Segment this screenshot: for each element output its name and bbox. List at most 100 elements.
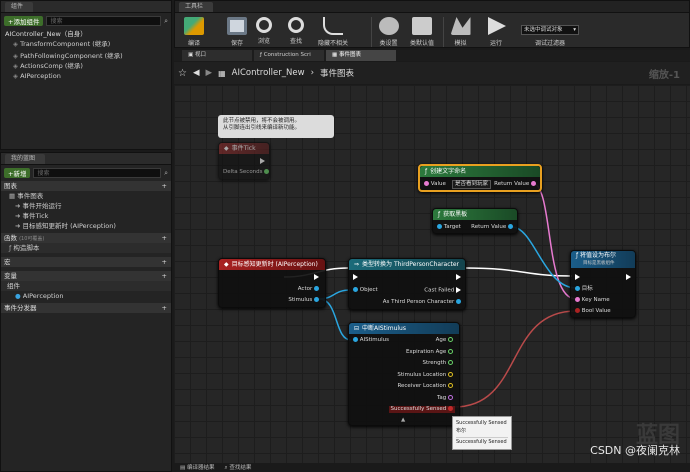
object-pin[interactable] bbox=[314, 286, 319, 291]
myblueprint-tab[interactable]: 我的蓝图 bbox=[5, 153, 46, 164]
exec-out-pin[interactable] bbox=[626, 274, 631, 282]
target-wire bbox=[511, 226, 577, 289]
add-icon[interactable]: + bbox=[162, 181, 167, 191]
graph-icon: ▦ bbox=[332, 52, 339, 58]
struct-pin[interactable] bbox=[314, 297, 319, 302]
tab-find-results[interactable]: ⌕ 查找结果 bbox=[224, 463, 251, 472]
vector-pin[interactable] bbox=[448, 372, 453, 377]
component-item-transform[interactable]: ◈ TransformComponent (继承) bbox=[1, 39, 171, 49]
bool-pin[interactable] bbox=[448, 406, 453, 411]
class-settings-button[interactable]: 类设置 bbox=[371, 17, 405, 47]
tab-viewport[interactable]: ▣ 视口 bbox=[182, 50, 252, 61]
vector-pin[interactable] bbox=[448, 383, 453, 388]
search-icon: ⌕ bbox=[164, 16, 168, 25]
float-pin[interactable] bbox=[448, 360, 453, 365]
category-functions[interactable]: 函数 (10可覆盖) + bbox=[1, 233, 171, 243]
object-pin[interactable] bbox=[353, 287, 358, 292]
name-pin[interactable] bbox=[531, 181, 536, 186]
exec-pin[interactable] bbox=[260, 158, 265, 166]
function-item-construct[interactable]: ƒ 构造脚本 bbox=[1, 243, 171, 253]
float-pin[interactable] bbox=[264, 169, 270, 174]
add-icon[interactable]: + bbox=[162, 257, 167, 267]
event-item-perception[interactable]: ➜ 目标感知更新时 (AIPerception) bbox=[1, 221, 171, 231]
components-panel: 组件 +添加组件 搜索 ⌕ AIController_New（自身） ◈ Tra… bbox=[0, 0, 172, 150]
cast-failed-pin[interactable] bbox=[456, 287, 461, 293]
event-graph-canvas[interactable]: 此节点被禁用，将不会被调用。 从引脚连出引线来编译新功能。 ◆ 事件Tick De… bbox=[174, 85, 690, 463]
tab-construction-script[interactable]: ƒ Construction Scri bbox=[254, 50, 324, 61]
object-pin[interactable] bbox=[437, 224, 442, 229]
myblueprint-tab-header: 我的蓝图 bbox=[1, 153, 171, 165]
toolbar-panel: 工具栏 编译 保存 浏览 查找 隐藏不相关 类设置 类默认值 模拟 运行 未选中… bbox=[174, 0, 690, 48]
debug-object-select[interactable]: 未选中调试对象 ▾ bbox=[521, 25, 579, 35]
struct-pin[interactable] bbox=[353, 337, 358, 342]
cast-node[interactable]: ⇒ 类型转换为 ThirdPersonCharacter Object Cast … bbox=[348, 258, 466, 310]
compile-button[interactable]: 编译 bbox=[177, 17, 211, 47]
myblueprint-search-input[interactable]: 搜索 bbox=[33, 168, 162, 178]
graph-item-event-graph[interactable]: ▦ 事件图表 bbox=[1, 191, 171, 201]
simulate-button[interactable]: 模拟 bbox=[443, 17, 477, 47]
find-button[interactable]: 查找 bbox=[279, 17, 313, 45]
myblueprint-panel: 我的蓝图 +新增 搜索 ⌕ 图表 + ▦ 事件图表 ➜ 事件开始运行 ➜ 事件Ti… bbox=[0, 152, 172, 472]
variable-subcategory-components[interactable]: 组件 bbox=[1, 281, 171, 291]
exec-in-pin[interactable] bbox=[575, 274, 580, 282]
get-blackboard-node[interactable]: ƒ 获取黑板 Target Return Value bbox=[432, 208, 518, 234]
variable-icon: ● bbox=[15, 292, 23, 300]
tab-compiler-results[interactable]: ▤ 编译器结果 bbox=[180, 463, 214, 472]
event-icon: ◆ bbox=[224, 145, 229, 152]
event-tick-node[interactable]: ◆ 事件Tick Delta Seconds bbox=[218, 142, 270, 180]
add-icon[interactable]: + bbox=[162, 303, 167, 313]
add-component-button[interactable]: +添加组件 bbox=[4, 16, 44, 26]
name-pin[interactable] bbox=[424, 181, 429, 186]
zoom-label: 缩放-1 bbox=[648, 69, 680, 81]
category-macros[interactable]: 宏 + bbox=[1, 257, 171, 267]
name-pin[interactable] bbox=[448, 395, 453, 400]
back-icon[interactable]: ◀ bbox=[193, 68, 200, 78]
exec-in-pin[interactable] bbox=[353, 274, 358, 282]
toolbar-tab[interactable]: 工具栏 bbox=[179, 1, 214, 12]
find-icon bbox=[288, 17, 304, 33]
tab-event-graph[interactable]: ▦ 事件图表 bbox=[326, 50, 396, 61]
collapse-arrow-icon[interactable]: ▲ bbox=[401, 417, 405, 424]
float-pin[interactable] bbox=[448, 337, 453, 342]
breadcrumb-graph[interactable]: 事件图表 bbox=[320, 67, 354, 79]
category-graphs[interactable]: 图表 + bbox=[1, 181, 171, 191]
csdn-watermark: CSDN @夜阑克林 bbox=[590, 444, 680, 457]
gear-icon bbox=[378, 17, 399, 35]
exec-out-pin[interactable] bbox=[456, 274, 461, 282]
add-new-button[interactable]: +新增 bbox=[4, 168, 31, 178]
browse-button[interactable]: 浏览 bbox=[247, 17, 281, 45]
toolbar-tab-header: 工具栏 bbox=[175, 1, 689, 13]
perception-event-node[interactable]: ◆ 目标感知更新时 (AIPerception) Actor Stimulus bbox=[218, 258, 326, 308]
make-name-node[interactable]: ƒ 创建文字命名 Value 是否看到玩家 Return Value bbox=[418, 164, 542, 192]
event-item-beginplay[interactable]: ➜ 事件开始运行 bbox=[1, 201, 171, 211]
event-item-tick[interactable]: ➜ 事件Tick bbox=[1, 211, 171, 221]
add-icon[interactable]: + bbox=[162, 233, 167, 243]
component-item-actionscomp[interactable]: ◈ ActionsComp (继承) bbox=[1, 61, 171, 71]
components-search-input[interactable]: 搜索 bbox=[46, 16, 162, 26]
play-button[interactable]: 运行 bbox=[479, 17, 513, 47]
star-icon[interactable]: ☆ bbox=[178, 68, 187, 79]
object-pin[interactable] bbox=[508, 224, 513, 229]
variable-item-aiperception[interactable]: ● AIPerception bbox=[1, 291, 171, 301]
break-aistimulus-node[interactable]: ⊟ 中断AIStimulus AIStimulus Age Expiration … bbox=[348, 322, 460, 426]
class-defaults-button[interactable]: 类默认值 bbox=[405, 17, 439, 47]
bool-pin[interactable] bbox=[575, 308, 580, 313]
float-pin[interactable] bbox=[448, 349, 453, 354]
object-pin[interactable] bbox=[456, 299, 461, 304]
save-icon bbox=[227, 17, 247, 35]
breadcrumb-class[interactable]: AIController_New bbox=[232, 68, 305, 78]
name-pin[interactable] bbox=[575, 297, 580, 302]
category-dispatchers[interactable]: 事件分发器 + bbox=[1, 303, 171, 313]
object-pin[interactable] bbox=[575, 286, 580, 291]
category-variables[interactable]: 变量 + bbox=[1, 271, 171, 281]
components-tab[interactable]: 组件 bbox=[5, 1, 34, 12]
component-item-pathfollowing[interactable]: ◈ PathFollowingComponent (继承) bbox=[1, 51, 171, 61]
component-root[interactable]: AIController_New（自身） bbox=[1, 29, 171, 39]
set-value-as-bool-node[interactable]: ƒ 将值设为布尔 目标是黑板组件 目标 Key Name Bool Value bbox=[570, 250, 636, 318]
add-icon[interactable]: + bbox=[162, 271, 167, 281]
exec-pin[interactable] bbox=[314, 274, 319, 282]
component-item-aiperception[interactable]: ◈ AIPerception bbox=[1, 71, 171, 81]
name-value-field[interactable]: 是否看到玩家 bbox=[452, 180, 492, 189]
hide-unrelated-button[interactable]: 隐藏不相关 bbox=[313, 17, 353, 47]
forward-icon[interactable]: ▶ bbox=[206, 68, 213, 78]
